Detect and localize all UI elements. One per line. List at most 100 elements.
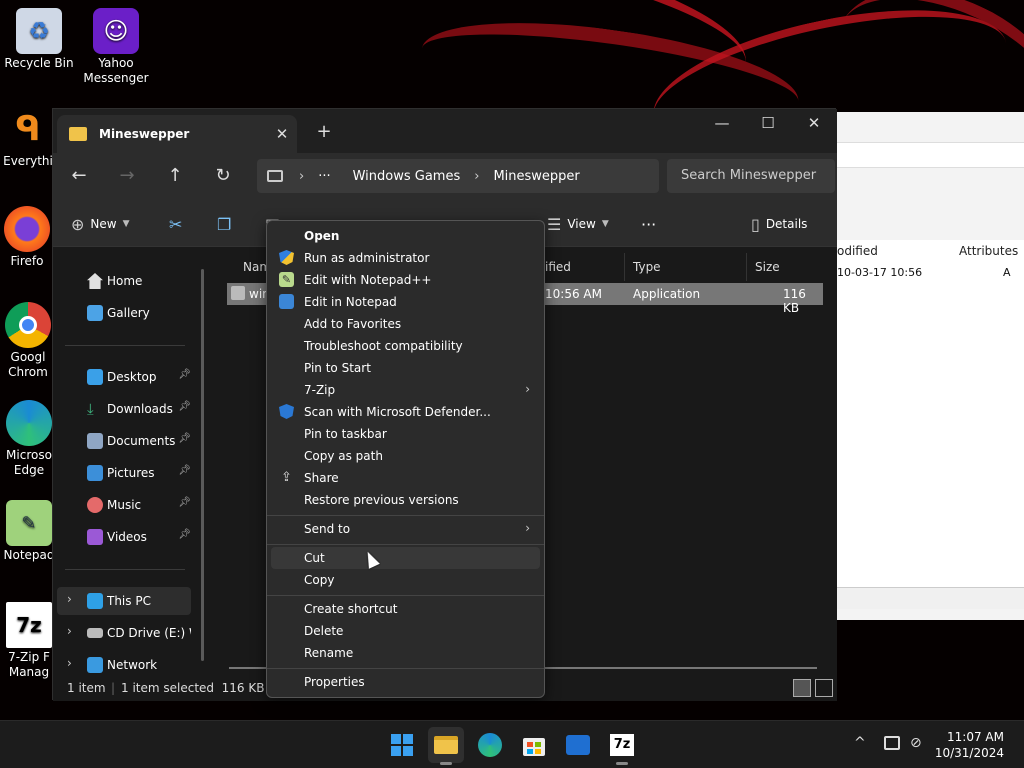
pin-icon[interactable]: 📌︎ bbox=[178, 497, 191, 508]
taskbar-edge[interactable] bbox=[472, 727, 508, 763]
sidebar-item-pictures[interactable]: Pictures 📌︎ bbox=[57, 459, 191, 487]
desktop-icon-recycle-bin[interactable]: ♻ Recycle Bin bbox=[3, 8, 75, 71]
maximize-button[interactable]: ☐ bbox=[745, 109, 791, 139]
network-disconnected-icon[interactable]: ⊘ bbox=[910, 735, 922, 751]
chevron-right-icon[interactable]: › bbox=[67, 624, 72, 638]
details-view-icon[interactable] bbox=[793, 679, 811, 697]
menu-item-7zip[interactable]: 7-Zip › bbox=[271, 379, 540, 401]
back-arrow-icon[interactable]: ← bbox=[61, 161, 97, 191]
sidebar-item-desktop[interactable]: Desktop 📌︎ bbox=[57, 363, 191, 391]
home-icon bbox=[87, 273, 103, 289]
menu-item-edit-in-notepad[interactable]: Edit in Notepad bbox=[271, 291, 540, 313]
system-clock[interactable]: 11:07 AM 10/31/2024 bbox=[935, 729, 1004, 761]
title-bar[interactable]: Mineswepper ✕ + — ☐ ✕ bbox=[53, 109, 837, 153]
sidebar-item-videos[interactable]: Videos 📌︎ bbox=[57, 523, 191, 551]
sidebar-item-documents[interactable]: Documents 📌︎ bbox=[57, 427, 191, 455]
more-options-button[interactable]: ··· bbox=[641, 211, 656, 237]
forward-arrow-icon[interactable]: → bbox=[109, 161, 145, 191]
breadcrumb-more-button[interactable]: ··· bbox=[318, 169, 330, 184]
desktop-icon-everything[interactable]: ᑫ Everythi bbox=[0, 106, 56, 169]
desktop-icon-firefox[interactable]: Firefo bbox=[0, 206, 54, 269]
sidebar-item-home[interactable]: Home bbox=[57, 267, 191, 295]
tab-mineswepper[interactable]: Mineswepper ✕ bbox=[57, 115, 297, 153]
sidebar-item-music[interactable]: Music 📌︎ bbox=[57, 491, 191, 519]
pin-icon[interactable]: 📌︎ bbox=[178, 433, 191, 444]
desktop-icon-notepad[interactable]: ✎ Notepad bbox=[0, 500, 58, 563]
share-icon: ⇪ bbox=[281, 470, 292, 485]
new-button[interactable]: ⊕ New ▼ bbox=[71, 211, 130, 237]
defender-shield-icon bbox=[279, 404, 294, 419]
menu-item-edit-with-notepad-plus-plus[interactable]: ✎ Edit with Notepad++ bbox=[271, 269, 540, 291]
column-header-modified[interactable]: odified bbox=[837, 244, 878, 258]
copy-button[interactable]: ❐ bbox=[217, 211, 237, 237]
status-divider: | bbox=[111, 681, 116, 695]
background-window[interactable]: odified Attributes 10-03-17 10:56 A bbox=[836, 112, 1024, 620]
taskbar-microsoft-store[interactable] bbox=[516, 727, 552, 763]
menu-item-label: Add to Favorites bbox=[304, 317, 402, 331]
menu-item-run-as-administrator[interactable]: Run as administrator bbox=[271, 247, 540, 269]
menu-item-troubleshoot-compatibility[interactable]: Troubleshoot compatibility bbox=[271, 335, 540, 357]
pin-icon[interactable]: 📌︎ bbox=[178, 369, 191, 380]
breadcrumb-mineswepper[interactable]: Mineswepper bbox=[493, 169, 579, 184]
cut-button[interactable]: ✂ bbox=[169, 211, 188, 237]
refresh-icon[interactable]: ↻ bbox=[205, 161, 241, 191]
new-tab-button[interactable]: + bbox=[311, 119, 337, 145]
menu-item-cut[interactable]: Cut bbox=[271, 547, 540, 569]
pin-icon[interactable]: 📌︎ bbox=[178, 401, 191, 412]
sidebar-item-gallery[interactable]: Gallery bbox=[57, 299, 191, 327]
start-button[interactable] bbox=[384, 727, 420, 763]
desktop-icon-7zip[interactable]: 7z 7-Zip F Manag bbox=[0, 602, 58, 680]
table-row[interactable]: 10-03-17 10:56 A bbox=[837, 264, 1024, 282]
column-header-date-modified[interactable]: ified bbox=[539, 253, 625, 281]
desktop-icon-chrome[interactable]: Googl Chrom bbox=[0, 302, 56, 380]
sidebar-item-cd-drive[interactable]: › CD Drive (E:) WI bbox=[57, 619, 191, 647]
menu-item-share[interactable]: ⇪ Share bbox=[271, 467, 540, 489]
chevron-right-icon[interactable]: › bbox=[67, 656, 72, 670]
address-bar-row: ← → ↑ ↻ › ··· Windows Games › Minesweppe… bbox=[53, 153, 837, 201]
menu-item-add-to-favorites[interactable]: Add to Favorites bbox=[271, 313, 540, 335]
menu-item-properties[interactable]: Properties bbox=[271, 671, 540, 693]
desktop-icon-label: Googl Chrom bbox=[8, 350, 48, 379]
column-header-size[interactable]: Size bbox=[749, 253, 829, 281]
show-hidden-icons-chevron-icon[interactable]: ^ bbox=[854, 735, 866, 751]
desktop-icon-yahoo-messenger[interactable]: ☺ Yahoo Messenger bbox=[80, 8, 152, 86]
menu-item-copy[interactable]: Copy bbox=[271, 569, 540, 591]
menu-item-scan-with-defender[interactable]: Scan with Microsoft Defender... bbox=[271, 401, 540, 423]
sidebar-item-this-pc[interactable]: › This PC bbox=[57, 587, 191, 615]
address-bar[interactable]: › ··· Windows Games › Mineswepper bbox=[257, 159, 659, 193]
menu-item-delete[interactable]: Delete bbox=[271, 620, 540, 642]
column-header-attributes[interactable]: Attributes bbox=[959, 244, 1018, 258]
taskbar-file-explorer[interactable] bbox=[428, 727, 464, 765]
close-button[interactable]: ✕ bbox=[791, 109, 837, 139]
sidebar-item-label: Home bbox=[107, 274, 143, 288]
menu-item-label: Copy bbox=[304, 573, 335, 587]
sidebar-scrollbar[interactable] bbox=[201, 269, 204, 661]
sidebar-item-label: Videos bbox=[107, 530, 147, 544]
desktop-icon-edge[interactable]: Microso Edge bbox=[0, 400, 58, 478]
chevron-right-icon[interactable]: › bbox=[67, 592, 72, 606]
menu-item-create-shortcut[interactable]: Create shortcut bbox=[271, 598, 540, 620]
menu-item-copy-as-path[interactable]: Copy as path bbox=[271, 445, 540, 467]
view-button[interactable]: ☰ View ▼ bbox=[547, 211, 609, 237]
search-input[interactable]: Search Mineswepper bbox=[667, 159, 835, 193]
tab-close-icon[interactable]: ✕ bbox=[267, 125, 297, 143]
menu-item-pin-to-taskbar[interactable]: Pin to taskbar bbox=[271, 423, 540, 445]
taskbar-7zip[interactable]: 7z bbox=[604, 727, 640, 765]
menu-item-label: Rename bbox=[304, 646, 354, 660]
menu-item-open[interactable]: Open bbox=[271, 225, 540, 247]
tiles-view-icon[interactable] bbox=[815, 679, 833, 697]
display-icon[interactable] bbox=[884, 736, 900, 750]
minimize-button[interactable]: — bbox=[699, 109, 745, 139]
taskbar-outlook[interactable] bbox=[560, 727, 596, 763]
up-arrow-icon[interactable]: ↑ bbox=[157, 161, 193, 191]
menu-item-send-to[interactable]: Send to › bbox=[271, 518, 540, 540]
breadcrumb-windows-games[interactable]: Windows Games bbox=[353, 169, 461, 184]
menu-item-pin-to-start[interactable]: Pin to Start bbox=[271, 357, 540, 379]
menu-item-rename[interactable]: Rename bbox=[271, 642, 540, 664]
menu-item-restore-previous-versions[interactable]: Restore previous versions bbox=[271, 489, 540, 511]
pin-icon[interactable]: 📌︎ bbox=[178, 465, 191, 476]
pin-icon[interactable]: 📌︎ bbox=[178, 529, 191, 540]
column-header-type[interactable]: Type bbox=[627, 253, 747, 281]
sidebar-item-downloads[interactable]: ⤓ Downloads 📌︎ bbox=[57, 395, 191, 423]
details-button[interactable]: ▯ Details bbox=[751, 211, 807, 237]
